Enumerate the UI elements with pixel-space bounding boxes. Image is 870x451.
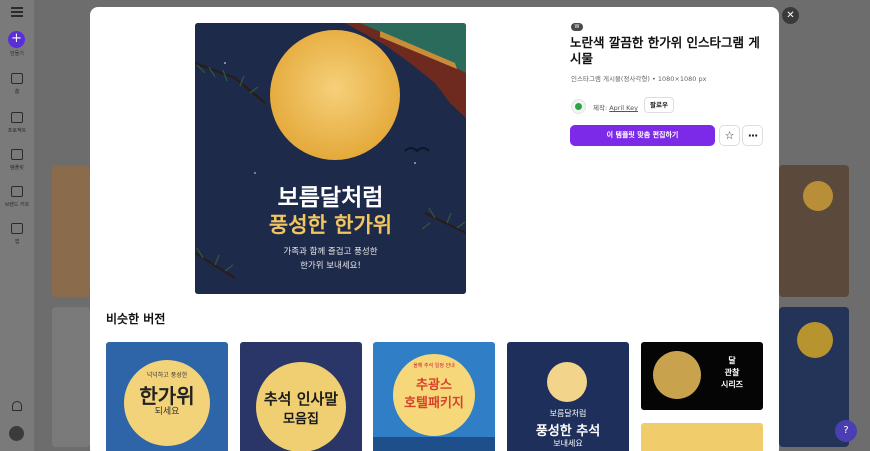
folder-icon[interactable]: [11, 112, 23, 123]
template-preview: 보름달처럼 풍성한 한가위 가족과 함께 즐겁고 풍성한 한가위 보내세요!: [195, 23, 466, 294]
template-modal: 보름달처럼 풍성한 한가위 가족과 함께 즐겁고 풍성한 한가위 보내세요! W…: [90, 7, 779, 451]
similar-item-1[interactable]: 넉넉하고 풍성한 한가위 되세요: [106, 342, 228, 451]
customize-template-button[interactable]: 이 템플릿 맞춤 편집하기: [570, 125, 715, 146]
close-icon[interactable]: ✕: [782, 7, 799, 24]
creator-line: 제작: April Key: [593, 102, 638, 112]
similar-item-1-sub: 되세요: [154, 407, 180, 417]
help-button[interactable]: ?: [835, 420, 857, 442]
left-rail: + 만들기 홈 프로젝트 템플릿 브랜드 키트 앱: [0, 0, 34, 451]
star-icon[interactable]: ☆: [719, 125, 740, 146]
similar-item-1-text: 넉넉하고 풍성한: [146, 372, 188, 379]
similar-item-5[interactable]: 달 관찰 시리즈: [641, 342, 763, 410]
rail-item-projects[interactable]: 프로젝트: [0, 127, 34, 134]
create-button[interactable]: +: [8, 31, 25, 48]
template-title: 노란색 깔끔한 한가위 인스타그램 게시물: [570, 35, 760, 66]
similar-item-5-sub1: 관찰: [724, 368, 740, 377]
rail-item-templates[interactable]: 템플릿: [0, 164, 34, 171]
similar-item-2-sub: 모음집: [283, 412, 319, 427]
similar-item-2-title: 추석 인사말: [263, 390, 339, 408]
premium-badge: W: [571, 23, 583, 31]
follow-button[interactable]: 팔로우: [644, 97, 674, 113]
rail-item-brand[interactable]: 브랜드 키트: [0, 201, 34, 208]
similar-item-3-sub: 호텔패키지: [404, 396, 464, 411]
avatar[interactable]: [9, 426, 24, 441]
creator-prefix: 제작:: [593, 104, 608, 112]
similar-item-2[interactable]: 추석 인사말 모음집: [240, 342, 362, 451]
similar-item-4-text: 보름달처럼: [549, 409, 587, 418]
similar-item-4[interactable]: 보름달처럼 풍성한 추석 보내세요: [507, 342, 629, 451]
similar-item-5-title: 달: [728, 356, 736, 365]
create-label: 만들기: [10, 51, 24, 57]
similar-item-3-title: 추광스: [416, 378, 452, 393]
poster-body-2: 한가위 보내세요!: [300, 261, 361, 271]
template-meta: 인스타그램 게시물(정사각형) • 1080×1080 px: [571, 75, 707, 83]
bell-icon[interactable]: [12, 401, 22, 411]
creator-link[interactable]: April Key: [609, 104, 638, 112]
similar-item-3[interactable]: 올해 추석 일정 안내 추광스 호텔패키지: [373, 342, 495, 451]
similar-item-3-text: 올해 추석 일정 안내: [413, 363, 455, 369]
apps-icon[interactable]: [11, 223, 23, 234]
background-thumbnail: [52, 307, 90, 447]
rail-item-apps[interactable]: 앱: [0, 238, 34, 245]
similar-heading: 비슷한 버전: [106, 312, 166, 326]
poster-headline-2: 풍성한 한가위: [268, 213, 393, 237]
brand-icon[interactable]: [11, 186, 23, 197]
similar-item-4-sub: 보내세요: [553, 439, 583, 448]
similar-item-4-title: 풍성한 추석: [535, 424, 601, 439]
poster-headline-1: 보름달처럼: [277, 185, 384, 211]
rail-item-home[interactable]: 홈: [0, 88, 34, 95]
templates-icon[interactable]: [11, 149, 23, 160]
menu-icon[interactable]: [11, 7, 23, 17]
poster-body-1: 가족과 함께 즐겁고 풍성한: [283, 247, 378, 257]
more-icon[interactable]: ···: [742, 125, 763, 146]
background-thumbnail: [52, 165, 90, 297]
similar-item-6[interactable]: [641, 423, 763, 451]
similar-item-5-sub2: 시리즈: [720, 380, 744, 389]
background-thumbnail: [779, 165, 849, 297]
home-icon[interactable]: [11, 73, 23, 84]
creator-avatar[interactable]: [571, 99, 586, 114]
